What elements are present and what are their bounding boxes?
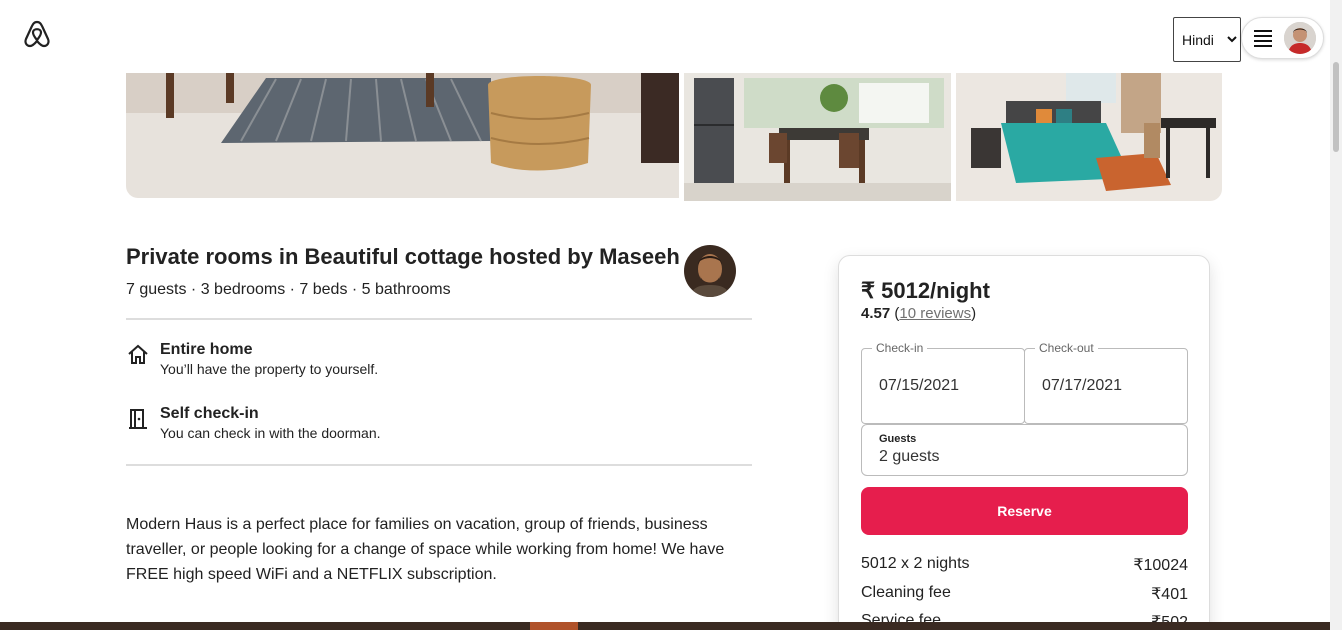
fee-label: Cleaning fee xyxy=(861,584,951,601)
home-icon xyxy=(128,344,148,364)
nightly-price: ₹ 5012/night xyxy=(861,278,990,303)
user-avatar xyxy=(1284,22,1316,54)
feature-description: You’ll have the property to yourself. xyxy=(160,361,379,377)
top-header: Hindi xyxy=(0,0,1330,73)
listing-photo-dining[interactable] xyxy=(684,73,951,201)
checkin-value[interactable]: 07/15/2021 xyxy=(879,377,959,395)
section-divider xyxy=(126,464,752,466)
rating-score: 4.57 xyxy=(861,305,891,322)
reserve-button[interactable]: Reserve xyxy=(861,487,1188,535)
page-scrollbar[interactable] xyxy=(1330,0,1342,630)
reviews-link[interactable]: 10 reviews xyxy=(899,305,971,322)
checkout-value[interactable]: 07/17/2021 xyxy=(1042,377,1122,395)
fee-amount: ₹10024 xyxy=(1133,557,1188,574)
scrollbar-thumb[interactable] xyxy=(1333,62,1339,152)
checkin-label: Check-in xyxy=(872,341,928,355)
bottom-strip-accent xyxy=(530,622,578,630)
checkout-label: Check-out xyxy=(1035,341,1098,355)
door-icon xyxy=(129,409,147,429)
checkin-field[interactable]: Check-in 07/15/2021 xyxy=(861,341,1025,424)
rating-summary: 4.57 (10 reviews) xyxy=(861,305,976,322)
feature-title: Self check-in xyxy=(160,405,259,422)
hamburger-menu-icon xyxy=(1254,30,1272,47)
booking-card: ₹ 5012/night 4.57 (10 reviews) Check-in … xyxy=(838,255,1210,630)
guests-label: Guests xyxy=(879,433,917,445)
fee-amount: ₹401 xyxy=(1151,586,1188,603)
listing-photo-bedroom[interactable] xyxy=(956,73,1222,201)
section-divider xyxy=(126,318,752,320)
language-select[interactable]: Hindi xyxy=(1173,17,1241,62)
guests-value[interactable]: 2 guests xyxy=(879,448,939,466)
feature-description: You can check in with the doorman. xyxy=(160,425,381,441)
listing-page: Hindi Private rooms in Beautiful cottage… xyxy=(0,0,1342,630)
checkout-field[interactable]: Check-out 07/17/2021 xyxy=(1024,341,1188,424)
listing-photo-main[interactable] xyxy=(126,73,679,198)
reviews-close-paren: ) xyxy=(971,305,977,322)
bottom-photo-strip xyxy=(0,622,1330,630)
airbnb-logo-icon[interactable] xyxy=(23,19,51,49)
user-menu-button[interactable] xyxy=(1241,17,1324,59)
listing-description: Modern Haus is a perfect place for famil… xyxy=(126,516,725,583)
listing-summary: 7 guests · 3 bedrooms · 7 beds · 5 bathr… xyxy=(126,281,451,298)
listing-title: Private rooms in Beautiful cottage hoste… xyxy=(126,244,680,269)
guests-field[interactable]: Guests 2 guests xyxy=(861,424,1188,476)
host-avatar[interactable] xyxy=(684,245,736,297)
fee-label: 5012 x 2 nights xyxy=(861,555,970,572)
feature-title: Entire home xyxy=(160,341,253,358)
